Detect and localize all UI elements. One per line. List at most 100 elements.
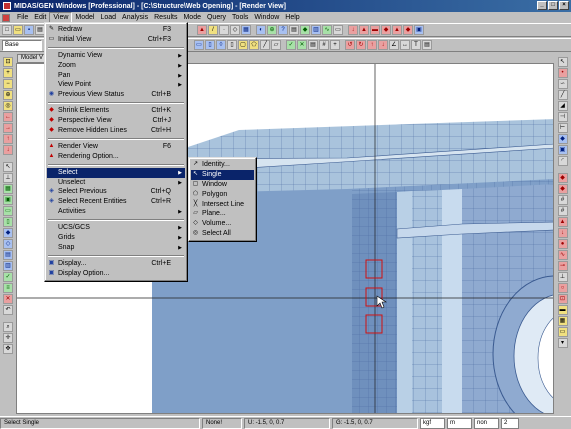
menu-item-rendering-option[interactable]: ▲ Rendering Option... (47, 152, 185, 162)
angle-icon[interactable]: ∠ (389, 40, 399, 50)
menu-item-shrink-elements[interactable]: ◆ Shrink Elements Ctrl+K (47, 106, 185, 116)
stress-icon[interactable]: ◆ (403, 25, 413, 35)
menu-item-display[interactable]: ▣ Display... Ctrl+E (47, 259, 185, 269)
select-plane-icon[interactable]: ▱ (271, 40, 281, 50)
grid-view-icon[interactable]: ▦ (3, 184, 13, 194)
table-icon[interactable]: ▤ (289, 25, 299, 35)
menu-item-pan[interactable]: Pan ▶ (47, 71, 185, 81)
select-line-icon[interactable]: ╱ (260, 40, 270, 50)
extrude-icon[interactable]: ◆ (3, 228, 13, 238)
load-display-icon[interactable]: ↓ (557, 228, 568, 238)
pan-right-icon[interactable]: → (3, 123, 13, 133)
local-axis-icon[interactable]: ⊥ (557, 272, 568, 282)
element-number-icon[interactable]: # (557, 206, 568, 216)
rotate-right-icon[interactable]: ↻ (356, 40, 366, 50)
fillet-icon[interactable]: ◜ (557, 156, 568, 166)
move-icon[interactable]: ▯ (3, 217, 13, 227)
menu-item-unselect[interactable]: Unselect ▶ (47, 178, 185, 188)
menu-item-display-option[interactable]: ▣ Display Option... (47, 269, 185, 279)
maximize-button[interactable]: □ (548, 1, 558, 10)
menu-mode[interactable]: Mode (180, 13, 204, 23)
chart-icon[interactable]: ▥ (311, 25, 321, 35)
submenu-item-plane[interactable]: ▱ Plane... (191, 209, 254, 219)
release-icon[interactable]: ○ (557, 283, 568, 293)
document-icon[interactable] (2, 13, 10, 22)
crosshair-icon[interactable]: ✛ (3, 333, 13, 343)
menu-item-initial-view[interactable]: ▭ Initial View Ctrl+F3 (47, 35, 185, 45)
pan-down-icon[interactable]: ↓ (3, 145, 13, 155)
close-button[interactable]: × (559, 1, 569, 10)
menu-item-zoom[interactable]: Zoom ▶ (47, 61, 185, 71)
offset-icon[interactable]: ⊡ (557, 294, 568, 304)
point-icon[interactable]: • (557, 68, 568, 78)
result-icon[interactable]: ◆ (300, 25, 310, 35)
line-icon[interactable]: ⊥ (3, 173, 13, 183)
cursor-icon[interactable]: ↖ (557, 57, 568, 67)
delete-icon[interactable]: ✕ (3, 294, 13, 304)
extra-select[interactable]: non (474, 417, 499, 429)
length-unit-select[interactable]: m (447, 417, 472, 429)
trim-icon[interactable]: ⊣ (557, 112, 568, 122)
menu-analysis[interactable]: Analysis (119, 13, 151, 23)
surface-icon[interactable]: ◢ (557, 101, 568, 111)
menu-item-snap[interactable]: Snap ▶ (47, 243, 185, 253)
menu-item-remove-hidden-lines[interactable]: ◆ Remove Hidden Lines Ctrl+H (47, 126, 185, 136)
box-icon[interactable]: ▣ (557, 145, 568, 155)
new-file-icon[interactable]: □ (2, 25, 12, 35)
zoom-previous-icon[interactable]: ◎ (3, 101, 13, 111)
solid-icon[interactable]: ◆ (557, 134, 568, 144)
analysis-icon[interactable]: ◐ (256, 25, 266, 35)
element-icon[interactable]: ◇ (230, 25, 240, 35)
divide-icon[interactable]: ▤ (3, 250, 13, 260)
select-polygon-icon[interactable]: ⬠ (249, 40, 259, 50)
pan-up-icon[interactable]: ↑ (3, 134, 13, 144)
zoom-icon[interactable]: ⊕ (267, 25, 277, 35)
menu-item-ucs-gcs[interactable]: UCS/GCS ▶ (47, 223, 185, 233)
support-icon[interactable]: ▲ (359, 25, 369, 35)
submenu-item-polygon[interactable]: ⬠ Polygon (191, 190, 254, 200)
search-icon[interactable]: ⌕ (3, 322, 13, 332)
menu-query[interactable]: Query (204, 13, 229, 23)
move-arrows-icon[interactable]: ✥ (3, 344, 13, 354)
sweep-icon[interactable]: ◇ (3, 239, 13, 249)
report-icon[interactable]: ▭ (333, 25, 343, 35)
properties-icon[interactable]: ≡ (3, 283, 13, 293)
query-icon[interactable]: ? (278, 25, 288, 35)
mass-icon[interactable]: ● (557, 239, 568, 249)
red-element-icon[interactable]: ◆ (557, 184, 568, 194)
app-icon[interactable] (3, 2, 11, 10)
legend-icon[interactable]: ▤ (422, 40, 432, 50)
open-folder-icon[interactable]: ▭ (13, 25, 23, 35)
render-icon[interactable]: ▲ (197, 25, 207, 35)
rotate-left-icon[interactable]: ↺ (345, 40, 355, 50)
menu-item-previous-view-status[interactable]: ◉ Previous View Status Ctrl+B (47, 90, 185, 100)
group-icon[interactable]: ▤ (308, 40, 318, 50)
minimize-button[interactable]: _ (537, 1, 547, 10)
menu-item-select[interactable]: Select ▶ (47, 167, 185, 178)
select-window-icon[interactable]: ▢ (238, 40, 248, 50)
ucs-combo[interactable]: Base (2, 39, 42, 51)
beam-icon[interactable]: ▬ (370, 25, 380, 35)
inactivate-icon[interactable]: ✕ (297, 40, 307, 50)
rotate-down-icon[interactable]: ↓ (378, 40, 388, 50)
zoom-fit-icon[interactable]: ⊡ (3, 57, 13, 67)
menu-window[interactable]: Window (251, 13, 282, 23)
menu-item-view-point[interactable]: View Point ▶ (47, 80, 185, 90)
menu-item-select-previous[interactable]: ◈ Select Previous Ctrl+Q (47, 187, 185, 197)
zoom-in-icon[interactable]: + (3, 68, 13, 78)
view-side-icon[interactable]: ▯ (227, 40, 237, 50)
menu-model[interactable]: Model (72, 13, 97, 23)
menu-item-activities[interactable]: Activities ▶ (47, 207, 185, 217)
snap-icon[interactable]: + (330, 40, 340, 50)
pointer-icon[interactable]: ↖ (3, 162, 13, 172)
menu-item-perspective-view[interactable]: ◆ Perspective View Ctrl+J (47, 116, 185, 126)
frame-icon[interactable]: ◆ (381, 25, 391, 35)
graph-icon[interactable]: ∿ (322, 25, 332, 35)
undo-icon[interactable]: ↶ (3, 305, 13, 315)
menu-file[interactable]: File (14, 13, 31, 23)
link-icon[interactable]: ⊸ (557, 261, 568, 271)
line-draw-icon[interactable]: ╱ (557, 90, 568, 100)
menu-load[interactable]: Load (97, 13, 119, 23)
menu-results[interactable]: Results (151, 13, 180, 23)
view-top-icon[interactable]: ▭ (194, 40, 204, 50)
